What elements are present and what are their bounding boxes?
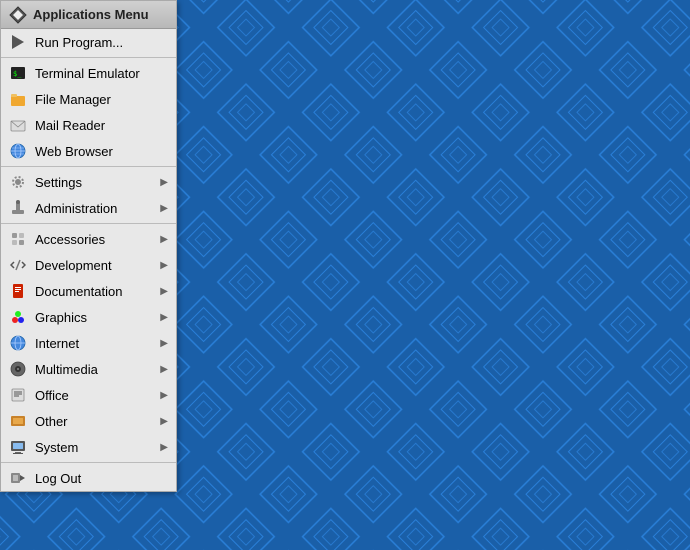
multimedia-label: Multimedia bbox=[35, 362, 156, 377]
menu-item-terminal[interactable]: $_ Terminal Emulator bbox=[1, 60, 176, 86]
svg-text:$_: $_ bbox=[13, 70, 22, 78]
other-label: Other bbox=[35, 414, 156, 429]
menu-item-graphics[interactable]: Graphics ▶ bbox=[1, 304, 176, 330]
separator-4 bbox=[1, 462, 176, 463]
separator-3 bbox=[1, 223, 176, 224]
system-icon bbox=[9, 438, 27, 456]
graphics-icon bbox=[9, 308, 27, 326]
file-manager-icon bbox=[9, 90, 27, 108]
menu-item-system[interactable]: System ▶ bbox=[1, 434, 176, 460]
mail-reader-label: Mail Reader bbox=[35, 118, 168, 133]
menu-title-bar: Applications Menu bbox=[1, 1, 176, 29]
documentation-icon bbox=[9, 282, 27, 300]
settings-arrow: ▶ bbox=[160, 177, 168, 188]
administration-arrow: ▶ bbox=[160, 203, 168, 214]
office-label: Office bbox=[35, 388, 156, 403]
menu-item-development[interactable]: Development ▶ bbox=[1, 252, 176, 278]
terminal-icon: $_ bbox=[9, 64, 27, 82]
run-program-label: Run Program... bbox=[35, 35, 168, 50]
accessories-label: Accessories bbox=[35, 232, 156, 247]
office-icon bbox=[9, 386, 27, 404]
administration-label: Administration bbox=[35, 201, 156, 216]
menu-item-file-manager[interactable]: File Manager bbox=[1, 86, 176, 112]
log-out-icon bbox=[9, 469, 27, 487]
run-program-icon bbox=[9, 33, 27, 51]
system-arrow: ▶ bbox=[160, 442, 168, 453]
menu-item-multimedia[interactable]: Multimedia ▶ bbox=[1, 356, 176, 382]
web-browser-label: Web Browser bbox=[35, 144, 168, 159]
menu-item-run-program[interactable]: Run Program... bbox=[1, 29, 176, 55]
internet-arrow: ▶ bbox=[160, 338, 168, 349]
menu-item-other[interactable]: Other ▶ bbox=[1, 408, 176, 434]
development-icon bbox=[9, 256, 27, 274]
mail-reader-icon bbox=[9, 116, 27, 134]
development-arrow: ▶ bbox=[160, 260, 168, 271]
file-manager-label: File Manager bbox=[35, 92, 168, 107]
web-browser-icon bbox=[9, 142, 27, 160]
multimedia-arrow: ▶ bbox=[160, 364, 168, 375]
graphics-label: Graphics bbox=[35, 310, 156, 325]
internet-icon bbox=[9, 334, 27, 352]
office-arrow: ▶ bbox=[160, 390, 168, 401]
documentation-label: Documentation bbox=[35, 284, 156, 299]
app-menu-icon bbox=[9, 6, 27, 24]
menu-item-accessories[interactable]: Accessories ▶ bbox=[1, 226, 176, 252]
separator-2 bbox=[1, 166, 176, 167]
menu-item-mail-reader[interactable]: Mail Reader bbox=[1, 112, 176, 138]
other-icon bbox=[9, 412, 27, 430]
menu-item-administration[interactable]: Administration ▶ bbox=[1, 195, 176, 221]
accessories-icon bbox=[9, 230, 27, 248]
app-menu: Applications Menu Run Program... $_ Term… bbox=[0, 0, 177, 492]
settings-label: Settings bbox=[35, 175, 156, 190]
menu-item-log-out[interactable]: Log Out bbox=[1, 465, 176, 491]
internet-label: Internet bbox=[35, 336, 156, 351]
log-out-label: Log Out bbox=[35, 471, 168, 486]
documentation-arrow: ▶ bbox=[160, 286, 168, 297]
multimedia-icon bbox=[9, 360, 27, 378]
menu-item-office[interactable]: Office ▶ bbox=[1, 382, 176, 408]
menu-item-internet[interactable]: Internet ▶ bbox=[1, 330, 176, 356]
menu-item-settings[interactable]: Settings ▶ bbox=[1, 169, 176, 195]
system-label: System bbox=[35, 440, 156, 455]
menu-item-web-browser[interactable]: Web Browser bbox=[1, 138, 176, 164]
other-arrow: ▶ bbox=[160, 416, 168, 427]
development-label: Development bbox=[35, 258, 156, 273]
menu-item-documentation[interactable]: Documentation ▶ bbox=[1, 278, 176, 304]
settings-icon bbox=[9, 173, 27, 191]
graphics-arrow: ▶ bbox=[160, 312, 168, 323]
accessories-arrow: ▶ bbox=[160, 234, 168, 245]
menu-title-text: Applications Menu bbox=[33, 7, 149, 22]
terminal-label: Terminal Emulator bbox=[35, 66, 168, 81]
separator-1 bbox=[1, 57, 176, 58]
administration-icon bbox=[9, 199, 27, 217]
